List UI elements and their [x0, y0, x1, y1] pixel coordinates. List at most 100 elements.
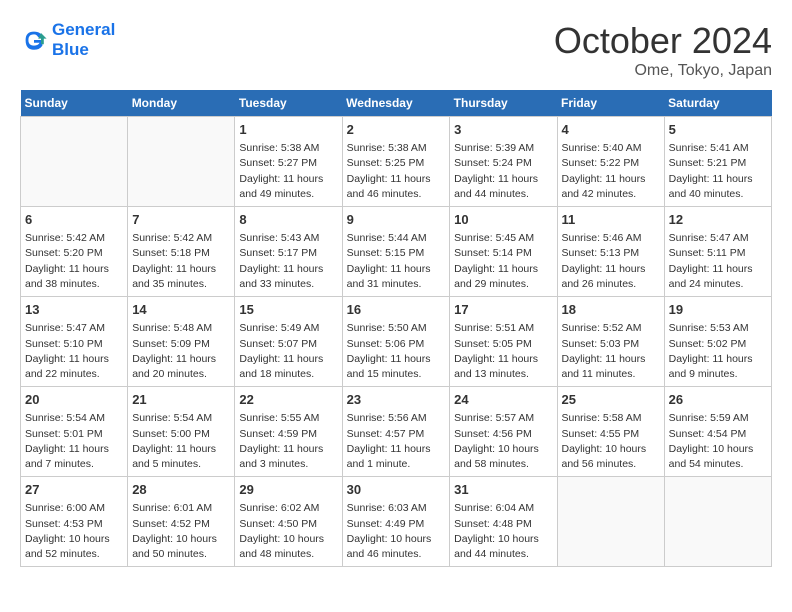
- day-number: 30: [347, 481, 446, 499]
- day-number: 29: [239, 481, 337, 499]
- day-info: Sunrise: 5:39 AM Sunset: 5:24 PM Dayligh…: [454, 141, 552, 202]
- calendar-cell: 3 Sunrise: 5:39 AM Sunset: 5:24 PM Daylig…: [450, 117, 557, 207]
- weekday-header-monday: Monday: [128, 90, 235, 117]
- calendar-cell: 24 Sunrise: 5:57 AM Sunset: 4:56 PM Dayli…: [450, 387, 557, 477]
- day-info: Sunrise: 5:49 AM Sunset: 5:07 PM Dayligh…: [239, 321, 337, 382]
- day-info: Sunrise: 5:47 AM Sunset: 5:10 PM Dayligh…: [25, 321, 123, 382]
- day-info: Sunrise: 6:02 AM Sunset: 4:50 PM Dayligh…: [239, 501, 337, 562]
- calendar-cell: 2 Sunrise: 5:38 AM Sunset: 5:25 PM Daylig…: [342, 117, 450, 207]
- calendar-cell: 17 Sunrise: 5:51 AM Sunset: 5:05 PM Dayli…: [450, 297, 557, 387]
- weekday-header-wednesday: Wednesday: [342, 90, 450, 117]
- day-info: Sunrise: 5:46 AM Sunset: 5:13 PM Dayligh…: [562, 231, 660, 292]
- day-number: 5: [669, 121, 767, 139]
- day-info: Sunrise: 5:57 AM Sunset: 4:56 PM Dayligh…: [454, 411, 552, 472]
- day-number: 24: [454, 391, 552, 409]
- day-number: 27: [25, 481, 123, 499]
- calendar-cell: 7 Sunrise: 5:42 AM Sunset: 5:18 PM Daylig…: [128, 207, 235, 297]
- calendar-cell: 21 Sunrise: 5:54 AM Sunset: 5:00 PM Dayli…: [128, 387, 235, 477]
- calendar-cell: 9 Sunrise: 5:44 AM Sunset: 5:15 PM Daylig…: [342, 207, 450, 297]
- title-area: October 2024 Ome, Tokyo, Japan: [554, 20, 772, 80]
- weekday-header-sunday: Sunday: [21, 90, 128, 117]
- day-number: 12: [669, 211, 767, 229]
- day-number: 28: [132, 481, 230, 499]
- calendar-cell: 6Sunrise: 5:42 AM Sunset: 5:20 PM Daylig…: [21, 207, 128, 297]
- calendar-cell: 28Sunrise: 6:01 AM Sunset: 4:52 PM Dayli…: [128, 477, 235, 567]
- day-number: 22: [239, 391, 337, 409]
- day-number: 2: [347, 121, 446, 139]
- day-number: 13: [25, 301, 123, 319]
- calendar-cell: 19 Sunrise: 5:53 AM Sunset: 5:02 PM Dayli…: [664, 297, 771, 387]
- day-info: Sunrise: 5:56 AM Sunset: 4:57 PM Dayligh…: [347, 411, 446, 472]
- day-info: Sunrise: 6:04 AM Sunset: 4:48 PM Dayligh…: [454, 501, 552, 562]
- day-number: 25: [562, 391, 660, 409]
- calendar-cell: 27Sunrise: 6:00 AM Sunset: 4:53 PM Dayli…: [21, 477, 128, 567]
- calendar-cell: 20 Sunrise: 5:54 AM Sunset: 5:01 PM Dayli…: [21, 387, 128, 477]
- day-info: Sunrise: 5:42 AM Sunset: 5:18 PM Dayligh…: [132, 231, 230, 292]
- day-info: Sunrise: 5:54 AM Sunset: 5:00 PM Dayligh…: [132, 411, 230, 472]
- day-number: 11: [562, 211, 660, 229]
- day-number: 21: [132, 391, 230, 409]
- day-info: Sunrise: 5:47 AM Sunset: 5:11 PM Dayligh…: [669, 231, 767, 292]
- calendar-cell: [128, 117, 235, 207]
- day-info: Sunrise: 5:59 AM Sunset: 4:54 PM Dayligh…: [669, 411, 767, 472]
- day-info: Sunrise: 5:58 AM Sunset: 4:55 PM Dayligh…: [562, 411, 660, 472]
- page-header: General Blue October 2024 Ome, Tokyo, Ja…: [20, 20, 772, 80]
- logo: General Blue: [20, 20, 115, 60]
- week-row-1: 1Sunrise: 5:38 AM Sunset: 5:27 PM Daylig…: [21, 117, 772, 207]
- week-row-5: 27Sunrise: 6:00 AM Sunset: 4:53 PM Dayli…: [21, 477, 772, 567]
- day-info: Sunrise: 5:53 AM Sunset: 5:02 PM Dayligh…: [669, 321, 767, 382]
- calendar-table: SundayMondayTuesdayWednesdayThursdayFrid…: [20, 90, 772, 567]
- day-number: 4: [562, 121, 660, 139]
- week-row-3: 13 Sunrise: 5:47 AM Sunset: 5:10 PM Dayli…: [21, 297, 772, 387]
- calendar-cell: 8 Sunrise: 5:43 AM Sunset: 5:17 PM Daylig…: [235, 207, 342, 297]
- logo-icon: [20, 26, 48, 54]
- calendar-cell: 29 Sunrise: 6:02 AM Sunset: 4:50 PM Dayli…: [235, 477, 342, 567]
- calendar-cell: 10 Sunrise: 5:45 AM Sunset: 5:14 PM Dayli…: [450, 207, 557, 297]
- day-number: 23: [347, 391, 446, 409]
- weekday-header-saturday: Saturday: [664, 90, 771, 117]
- day-number: 10: [454, 211, 552, 229]
- day-number: 14: [132, 301, 230, 319]
- day-number: 31: [454, 481, 552, 499]
- day-info: Sunrise: 5:45 AM Sunset: 5:14 PM Dayligh…: [454, 231, 552, 292]
- day-number: 19: [669, 301, 767, 319]
- calendar-cell: 14 Sunrise: 5:48 AM Sunset: 5:09 PM Dayli…: [128, 297, 235, 387]
- day-number: 18: [562, 301, 660, 319]
- calendar-cell: 18 Sunrise: 5:52 AM Sunset: 5:03 PM Dayli…: [557, 297, 664, 387]
- calendar-cell: 30Sunrise: 6:03 AM Sunset: 4:49 PM Dayli…: [342, 477, 450, 567]
- day-number: 7: [132, 211, 230, 229]
- day-info: Sunrise: 5:38 AM Sunset: 5:25 PM Dayligh…: [347, 141, 446, 202]
- day-info: Sunrise: 5:44 AM Sunset: 5:15 PM Dayligh…: [347, 231, 446, 292]
- day-info: Sunrise: 5:40 AM Sunset: 5:22 PM Dayligh…: [562, 141, 660, 202]
- day-number: 3: [454, 121, 552, 139]
- day-info: Sunrise: 5:55 AM Sunset: 4:59 PM Dayligh…: [239, 411, 337, 472]
- day-info: Sunrise: 5:51 AM Sunset: 5:05 PM Dayligh…: [454, 321, 552, 382]
- weekday-header-friday: Friday: [557, 90, 664, 117]
- day-info: Sunrise: 5:41 AM Sunset: 5:21 PM Dayligh…: [669, 141, 767, 202]
- day-number: 16: [347, 301, 446, 319]
- day-info: Sunrise: 5:54 AM Sunset: 5:01 PM Dayligh…: [25, 411, 123, 472]
- location: Ome, Tokyo, Japan: [554, 62, 772, 80]
- calendar-cell: 13 Sunrise: 5:47 AM Sunset: 5:10 PM Dayli…: [21, 297, 128, 387]
- day-number: 15: [239, 301, 337, 319]
- weekday-header-thursday: Thursday: [450, 90, 557, 117]
- day-number: 26: [669, 391, 767, 409]
- calendar-cell: 31 Sunrise: 6:04 AM Sunset: 4:48 PM Dayli…: [450, 477, 557, 567]
- day-info: Sunrise: 5:43 AM Sunset: 5:17 PM Dayligh…: [239, 231, 337, 292]
- month-title: October 2024: [554, 20, 772, 62]
- logo-text: General Blue: [52, 20, 115, 60]
- calendar-cell: 23 Sunrise: 5:56 AM Sunset: 4:57 PM Dayli…: [342, 387, 450, 477]
- weekday-header-tuesday: Tuesday: [235, 90, 342, 117]
- day-info: Sunrise: 5:48 AM Sunset: 5:09 PM Dayligh…: [132, 321, 230, 382]
- calendar-cell: 16Sunrise: 5:50 AM Sunset: 5:06 PM Dayli…: [342, 297, 450, 387]
- day-number: 20: [25, 391, 123, 409]
- calendar-cell: 5 Sunrise: 5:41 AM Sunset: 5:21 PM Daylig…: [664, 117, 771, 207]
- day-info: Sunrise: 5:52 AM Sunset: 5:03 PM Dayligh…: [562, 321, 660, 382]
- day-number: 9: [347, 211, 446, 229]
- day-number: 17: [454, 301, 552, 319]
- calendar-cell: 1Sunrise: 5:38 AM Sunset: 5:27 PM Daylig…: [235, 117, 342, 207]
- calendar-cell: 11 Sunrise: 5:46 AM Sunset: 5:13 PM Dayli…: [557, 207, 664, 297]
- calendar-cell: 15 Sunrise: 5:49 AM Sunset: 5:07 PM Dayli…: [235, 297, 342, 387]
- day-number: 8: [239, 211, 337, 229]
- day-number: 6: [25, 211, 123, 229]
